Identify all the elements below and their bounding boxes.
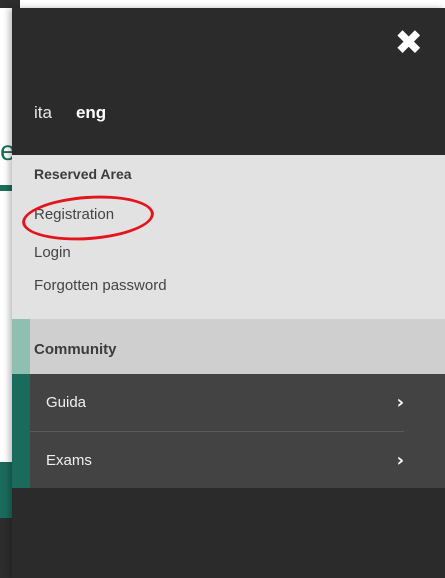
chevron-right-icon: › (396, 392, 404, 413)
community-accent-bar (12, 319, 30, 374)
forgotten-password-link[interactable]: Forgotten password (34, 277, 167, 294)
menu-item-label: Exams (46, 452, 92, 469)
community-title: Community (34, 341, 117, 358)
close-icon[interactable]: ✖ (395, 26, 424, 60)
reserved-area-title: Reserved Area (34, 166, 132, 182)
menu-accent-bar (12, 374, 30, 488)
menu-item-guida[interactable]: Guida › (30, 374, 404, 432)
menu-item-exams[interactable]: Exams › (30, 432, 404, 489)
login-link[interactable]: Login (34, 244, 71, 261)
language-option-eng[interactable]: eng (76, 103, 106, 123)
language-switcher: ita eng (34, 103, 106, 123)
menu-item-label: Guida (46, 394, 87, 411)
language-option-ita[interactable]: ita (34, 103, 52, 123)
background-top-bar (0, 0, 20, 8)
chevron-right-icon: › (396, 450, 404, 471)
